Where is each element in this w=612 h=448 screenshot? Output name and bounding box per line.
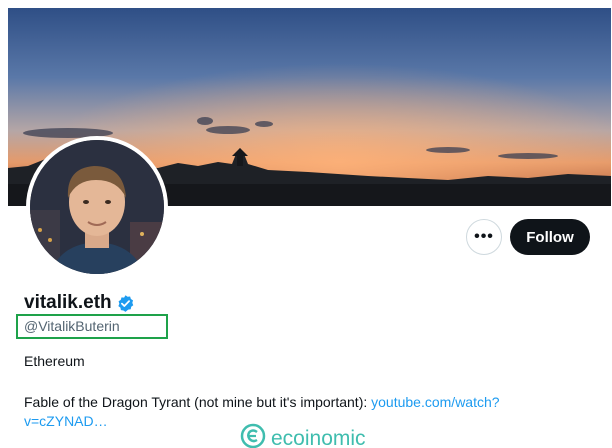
verified-badge-icon[interactable] [116,294,135,313]
avatar-photo [30,140,164,274]
follow-button-label: Follow [526,228,574,246]
more-icon: ••• [474,228,494,245]
watermark-text: ecoinomic [271,427,366,448]
profile-handle: @VitalikButerin [24,318,120,334]
bio-link-part1: youtube.com/watch? [371,394,500,410]
follow-button[interactable]: Follow [510,219,590,255]
name-row: vitalik.eth [24,292,135,314]
bio-link-part2: v=cZYNAD… [24,413,108,429]
ecoinomic-logo-icon [240,423,266,448]
display-name: vitalik.eth [24,292,112,313]
profile-avatar[interactable] [26,136,168,278]
watermark: ecoinomic [240,423,366,448]
more-options-button[interactable]: ••• [466,219,502,255]
profile-card: ••• Follow vitalik.eth @VitalikButerin E… [8,8,611,448]
bio-line: Ethereum [24,353,85,369]
bio-text-main: Fable of the Dragon Tyrant (not mine but… [24,394,372,410]
